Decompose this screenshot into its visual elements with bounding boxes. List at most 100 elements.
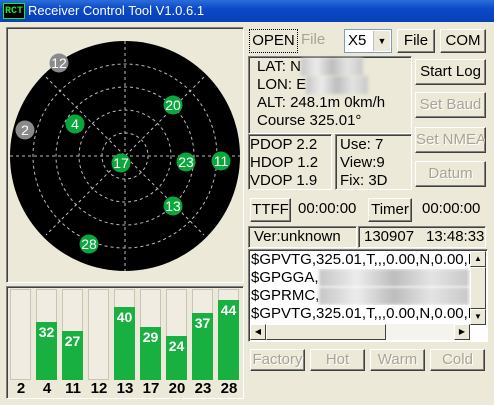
lat-row: LAT: N (257, 58, 363, 77)
app-logo-icon: RCT (3, 3, 25, 19)
scroll-up-arrow-icon[interactable]: ▲ (470, 251, 486, 267)
vdop-label: VDOP (250, 172, 293, 189)
time-text: 13:48:33 (426, 228, 485, 245)
satellite-prn-label: 20 (165, 97, 181, 113)
ttff-button[interactable]: TTFF (250, 198, 291, 222)
vdop-value: 1.9 (296, 172, 318, 189)
skyplot: 12 2 4 20 17 23 11 13 28 (10, 41, 240, 271)
lon-value: E (296, 76, 307, 93)
use-value: 7 (375, 136, 384, 153)
snr-bar-value: 40 (116, 309, 133, 325)
pdop-row: PDOP 2.2 (250, 136, 317, 153)
use-label: Use: (340, 136, 371, 153)
pdop-value: 2.2 (296, 136, 318, 153)
set-nmea-button[interactable]: Set NMEA (415, 127, 486, 153)
start-log-button[interactable]: Start Log (415, 59, 486, 85)
snr-panel: 2 32 4 27 11 12 40 13 29 17 24 20 37 23 44 28 (6, 286, 244, 399)
nmea-hscrollbar[interactable]: ◀ ▶ (250, 324, 470, 340)
snr-bar-value: 32 (38, 324, 55, 340)
lat-value: N (290, 58, 301, 75)
pdop-label: PDOP (250, 136, 293, 153)
hot-start-button[interactable]: Hot (310, 349, 365, 371)
nmea-line-text: $GPRMC, (251, 287, 320, 304)
scroll-right-arrow-icon[interactable]: ▶ (454, 324, 470, 340)
snr-bar-slot (88, 289, 109, 380)
open-button-label: OPEN (252, 32, 295, 49)
lat-label: LAT: (257, 58, 286, 75)
file-label: File (301, 31, 326, 48)
file-button[interactable]: File (397, 29, 435, 53)
snr-bar-prn-label: 23 (194, 380, 212, 397)
snr-bar-value: 44 (220, 302, 237, 318)
datum-button[interactable]: Datum (415, 161, 486, 187)
timer-value-clip: 00:00:00 (420, 200, 486, 220)
warm-start-button[interactable]: Warm (370, 349, 425, 371)
lat-redacted (300, 58, 363, 77)
satellite-prn-label: 11 (214, 153, 229, 169)
speed-value: 0km/h (344, 94, 386, 111)
set-baud-button[interactable]: Set Baud (415, 92, 486, 118)
snr-bar-value: 27 (64, 333, 81, 349)
satellite-prn-label: 13 (165, 198, 181, 214)
datetime-panel: 130907 13:48:33 (358, 226, 486, 248)
chevron-down-icon[interactable]: ▼ (373, 31, 390, 51)
vscroll-thumb[interactable] (470, 267, 486, 309)
nmea-redacted (318, 269, 469, 287)
alt-value: 248.1m (290, 94, 341, 111)
factory-reset-button[interactable]: Factory (250, 349, 305, 371)
lon-label: LON: (257, 76, 293, 93)
hdop-row: HDOP 1.2 (250, 154, 318, 171)
snr-bar-value: 37 (194, 315, 211, 331)
window-title: Receiver Control Tool V1.0.6.1 (28, 3, 205, 18)
alt-label: ALT: (257, 94, 286, 111)
open-button[interactable]: OPEN (249, 29, 298, 53)
satellite-marker: 28 (79, 234, 99, 254)
nmea-vscrollbar[interactable]: ▲ ▼ (470, 251, 486, 325)
nmea-line: $GPVTG,325.01,T,,,0.00,N,0.00,K (251, 305, 472, 322)
lon-redacted (306, 76, 369, 95)
cold-start-button[interactable]: Cold (430, 349, 485, 371)
hscroll-thumb[interactable] (266, 324, 386, 340)
version-panel: Ver:unknown (248, 226, 357, 248)
satellite-marker: 11 (211, 151, 231, 171)
snr-bar-prn-label: 12 (90, 380, 108, 397)
title-bar[interactable]: RCT Receiver Control Tool V1.0.6.1 (0, 0, 494, 22)
view-label: View: (340, 154, 377, 171)
scroll-left-arrow-icon[interactable]: ◀ (250, 324, 266, 340)
nmea-line: $GPGGA, (251, 269, 472, 287)
nmea-console[interactable]: $GPVTG,325.01,T,,,0.00,N,0.00,K $GPGGA, … (248, 249, 488, 342)
snr-bar-prn-label: 20 (168, 380, 186, 397)
snr-bar-prn-label: 28 (220, 380, 238, 397)
satellite-prn-label: 2 (21, 122, 29, 138)
fix-row: Fix: 3D (340, 172, 388, 189)
course-row: Course 325.01° (257, 112, 361, 129)
view-value: 9 (376, 154, 385, 171)
vdop-row: VDOP 1.9 (250, 172, 317, 189)
snr-bar-prn-label: 4 (42, 380, 52, 397)
timer-button[interactable]: Timer (368, 198, 412, 222)
ttff-value: 00:00:00 (298, 200, 357, 217)
satellite-marker: 23 (176, 152, 196, 172)
fix-label: Fix: (340, 172, 365, 189)
dop-panel: PDOP 2.2 HDOP 1.2 VDOP 1.9 (248, 134, 332, 190)
alt-row: ALT: 248.1m 0km/h (257, 94, 385, 111)
version-text: Ver:unknown (254, 228, 341, 245)
nmea-lines: $GPVTG,325.01,T,,,0.00,N,0.00,K $GPGGA, … (250, 251, 472, 325)
snr-bar-value: 24 (168, 338, 185, 354)
snr-bar-prn-label: 13 (116, 380, 134, 397)
position-panel: LAT: N LON: E ALT: 248.1m 0km/h Course 3… (248, 56, 412, 134)
scroll-down-arrow-icon[interactable]: ▼ (470, 309, 486, 325)
use-row: Use: 7 (340, 136, 383, 153)
satellite-prn-label: 23 (178, 154, 194, 170)
port-select[interactable]: X5 ▼ (344, 29, 392, 53)
com-button[interactable]: COM (440, 29, 486, 53)
satellite-marker: 4 (65, 114, 85, 134)
fix-value: 3D (368, 172, 388, 189)
nmea-line: $GPRMC, (251, 287, 472, 305)
date-text: 130907 (364, 228, 415, 245)
satellite-prn-label: 12 (51, 55, 67, 71)
course-label: Course (257, 112, 306, 129)
sat-status-panel: Use: 7 View:9 Fix: 3D (335, 134, 412, 190)
snr-bar-value: 29 (142, 329, 159, 345)
port-select-value: X5 (348, 32, 367, 49)
